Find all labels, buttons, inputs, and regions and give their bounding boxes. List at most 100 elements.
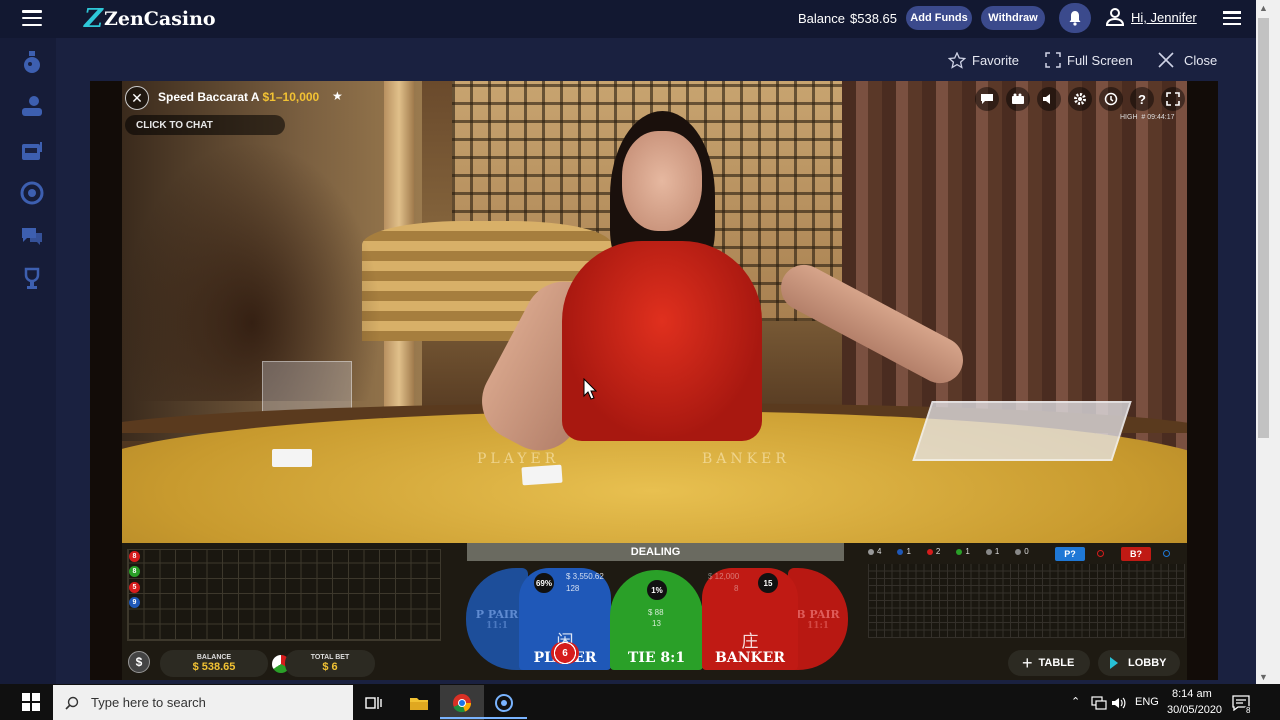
close-game-button[interactable]: Close bbox=[1158, 52, 1217, 68]
stream-meta: HIGH # 09:44:17 bbox=[1120, 114, 1174, 121]
predict-player-ring bbox=[1097, 550, 1104, 557]
card bbox=[521, 464, 563, 486]
dealer bbox=[562, 241, 762, 441]
chat-icon[interactable] bbox=[975, 87, 999, 111]
banker-total-amount: $ 12,000 bbox=[708, 572, 740, 581]
lobby-button[interactable]: LOBBY bbox=[1098, 650, 1180, 676]
live-video-stream[interactable]: PLAYER BANKER bbox=[122, 81, 1187, 544]
help-icon[interactable]: ? bbox=[1130, 87, 1154, 111]
sidebar-item-support[interactable] bbox=[20, 224, 44, 248]
stat-player-pair: 1 bbox=[985, 547, 999, 556]
game-balance-label: BALANCE bbox=[196, 654, 232, 661]
game-status-banner: DEALING bbox=[467, 543, 844, 561]
table-title: Speed Baccarat A $1–10,000 bbox=[158, 90, 319, 104]
close-label: Close bbox=[1184, 52, 1218, 68]
logo[interactable]: Z ZenCasino bbox=[84, 4, 216, 34]
balance-display: BALANCE $ 538.65 bbox=[160, 650, 268, 677]
stat-banker-pair: 0 bbox=[1015, 547, 1029, 556]
banker-glyph: 庄 bbox=[741, 632, 759, 652]
video-quality: HIGH bbox=[1120, 114, 1138, 121]
add-table-button[interactable]: + TABLE bbox=[1008, 650, 1090, 676]
dealer-icon bbox=[22, 96, 42, 116]
banker-pair-label: B PAIR bbox=[796, 607, 840, 621]
main-menu-icon[interactable] bbox=[22, 10, 42, 26]
search-placeholder: Type here to search bbox=[91, 695, 206, 710]
fullscreen-game-icon[interactable] bbox=[1161, 87, 1185, 111]
clock-time[interactable]: 8:14 am bbox=[1172, 688, 1212, 700]
click-to-chat-button[interactable]: CLICK TO CHAT bbox=[125, 115, 285, 135]
favorite-table-icon[interactable]: ★ bbox=[332, 89, 343, 103]
search-icon bbox=[65, 696, 79, 710]
sound-icon[interactable] bbox=[1037, 87, 1061, 111]
banker-bet-spot[interactable]: 庄 BANKER bbox=[702, 568, 798, 670]
total-bet-value: $ 6 bbox=[322, 661, 338, 673]
stat-banker: 2 bbox=[926, 547, 940, 556]
stat-tie: 1 bbox=[956, 547, 970, 556]
exit-table-button[interactable]: ✕ bbox=[125, 86, 149, 110]
banker-label: BANKER bbox=[715, 650, 785, 666]
game-balance-value: $ 538.65 bbox=[192, 661, 236, 673]
chip-icon bbox=[20, 181, 44, 205]
task-view-icon[interactable] bbox=[363, 692, 385, 714]
history-icon[interactable] bbox=[1099, 87, 1123, 111]
lobby-arrow-icon bbox=[1110, 657, 1118, 669]
scroll-down-arrow-icon[interactable]: ▼ bbox=[1259, 672, 1268, 682]
sidebar-item-live-casino[interactable] bbox=[20, 94, 44, 118]
lobby-button-label: LOBBY bbox=[1128, 657, 1167, 669]
tie-total-amount: $ 88 bbox=[648, 608, 664, 617]
scroll-up-arrow-icon[interactable]: ▲ bbox=[1259, 3, 1268, 13]
top-bar: Z ZenCasino Balance $538.65 Add Funds Wi… bbox=[0, 0, 1256, 38]
windows-start-icon[interactable] bbox=[22, 693, 40, 711]
sidebar-item-tournaments[interactable] bbox=[20, 267, 44, 291]
slot-machine-icon bbox=[22, 142, 42, 160]
placed-chip: 6 bbox=[551, 642, 579, 664]
card bbox=[272, 449, 312, 467]
mouse-cursor-icon bbox=[583, 378, 597, 400]
language-indicator[interactable]: ENG bbox=[1135, 696, 1159, 708]
big-road[interactable] bbox=[868, 564, 1185, 638]
sidebar-item-promotions[interactable] bbox=[20, 50, 44, 74]
fullscreen-label: Full Screen bbox=[1067, 52, 1133, 68]
withdraw-button[interactable]: Withdraw bbox=[981, 6, 1045, 30]
table-limits: $1–10,000 bbox=[262, 90, 320, 104]
file-explorer-icon[interactable] bbox=[408, 692, 430, 714]
volume-icon[interactable] bbox=[1108, 692, 1130, 714]
scrollbar-thumb[interactable] bbox=[1258, 18, 1269, 438]
tray-expand-icon[interactable]: ⌃ bbox=[1071, 695, 1080, 708]
trophy-icon bbox=[24, 267, 40, 289]
logo-text: ZenCasino bbox=[103, 8, 216, 30]
banker-pair-payout: 11:1 bbox=[806, 620, 830, 631]
taskbar-search[interactable]: Type here to search bbox=[53, 685, 353, 720]
sidebar-item-slots[interactable] bbox=[20, 138, 44, 162]
bead-road-dot: 9 bbox=[129, 597, 140, 608]
account-menu-icon[interactable] bbox=[1223, 11, 1241, 25]
table-name: Speed Baccarat A bbox=[158, 90, 260, 104]
camera-icon[interactable] bbox=[1006, 87, 1030, 111]
sidebar-item-table-games[interactable] bbox=[20, 181, 44, 205]
predict-banker-button[interactable]: B? bbox=[1121, 547, 1151, 561]
notifications-button[interactable] bbox=[1059, 3, 1091, 33]
predict-player-button[interactable]: P? bbox=[1055, 547, 1085, 561]
network-icon[interactable] bbox=[1088, 692, 1110, 714]
bead-road[interactable] bbox=[127, 549, 441, 641]
table-label-player: PLAYER bbox=[477, 451, 560, 467]
predict-banker-ring bbox=[1163, 550, 1170, 557]
user-icon[interactable] bbox=[1105, 8, 1125, 26]
table-button-label: TABLE bbox=[1038, 657, 1075, 669]
bead-road-dot: 8 bbox=[129, 551, 140, 562]
chrome-icon[interactable] bbox=[451, 692, 473, 714]
potion-icon bbox=[24, 51, 40, 73]
currency-icon[interactable]: $ bbox=[128, 651, 150, 673]
favorite-button[interactable]: Favorite bbox=[948, 52, 1019, 69]
settings-gear-icon[interactable] bbox=[1068, 87, 1092, 111]
close-icon bbox=[1158, 52, 1174, 68]
plus-icon: + bbox=[1022, 652, 1033, 673]
fullscreen-button[interactable]: Full Screen bbox=[1045, 52, 1133, 68]
bead-road-dot: 8 bbox=[129, 566, 140, 577]
player-total-amount: $ 3,550.62 bbox=[566, 572, 604, 581]
cortana-icon[interactable] bbox=[493, 692, 515, 714]
game-toolbar: ? bbox=[975, 87, 1192, 111]
user-greeting-link[interactable]: Hi, Jennifer bbox=[1131, 10, 1197, 25]
clock-date[interactable]: 30/05/2020 bbox=[1167, 704, 1222, 716]
add-funds-button[interactable]: Add Funds bbox=[906, 6, 972, 30]
